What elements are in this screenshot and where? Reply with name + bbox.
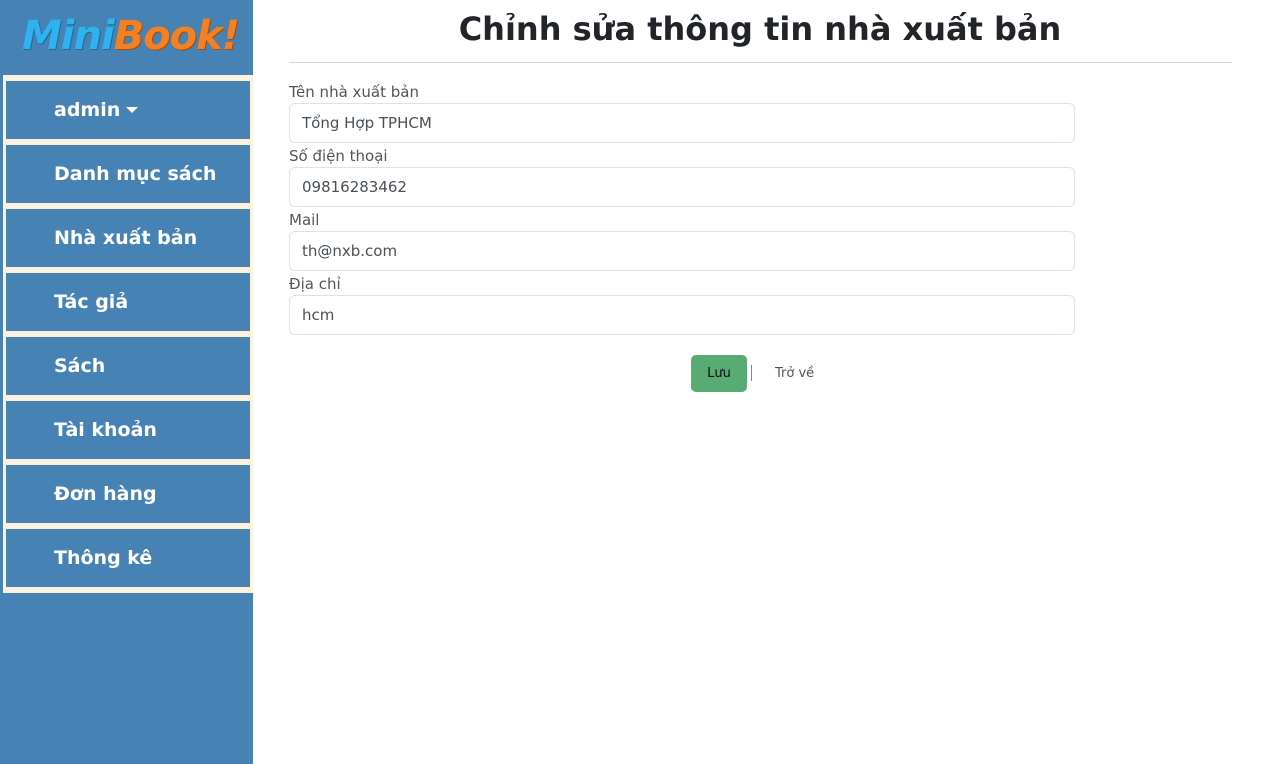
logo[interactable]: MiniBook! bbox=[22, 8, 240, 64]
phone-label: Số điện thoại bbox=[289, 147, 388, 165]
caret-down-icon bbox=[126, 107, 139, 113]
page-title: Chỉnh sửa thông tin nhà xuất bản bbox=[458, 10, 1062, 48]
sidebar-item-label: Tài khoản bbox=[54, 419, 157, 441]
back-link[interactable]: Trở về bbox=[775, 366, 814, 381]
sidebar-item-label: Đơn hàng bbox=[54, 483, 157, 505]
sidebar-item-label: Sách bbox=[54, 355, 106, 377]
sidebar-item-categories[interactable]: Danh mục sách bbox=[6, 145, 250, 203]
address-label: Địa chỉ bbox=[289, 275, 341, 293]
mail-input[interactable] bbox=[289, 231, 1075, 271]
sidebar-item-orders[interactable]: Đơn hàng bbox=[6, 465, 250, 523]
sidebar-item-accounts[interactable]: Tài khoản bbox=[6, 401, 250, 459]
main-content: Chỉnh sửa thông tin nhà xuất bản Tên nhà… bbox=[253, 0, 1267, 764]
publisher-name-label: Tên nhà xuất bản bbox=[289, 83, 419, 101]
mail-label: Mail bbox=[289, 211, 320, 229]
sidebar-item-books[interactable]: Sách bbox=[6, 337, 250, 395]
sidebar-item-label: Nhà xuất bản bbox=[54, 227, 198, 249]
sidebar-item-publishers[interactable]: Nhà xuất bản bbox=[6, 209, 250, 267]
logo-part-book: Book! bbox=[113, 13, 240, 59]
sidebar-item-label: admin bbox=[54, 99, 121, 121]
sidebar-item-authors[interactable]: Tác giả bbox=[6, 273, 250, 331]
sidebar-item-label: Danh mục sách bbox=[54, 163, 217, 185]
title-divider bbox=[289, 62, 1232, 63]
logo-part-mini: Mini bbox=[22, 13, 115, 59]
address-input[interactable] bbox=[289, 295, 1075, 335]
sidebar-item-admin[interactable]: admin bbox=[6, 81, 250, 139]
phone-input[interactable] bbox=[289, 167, 1075, 207]
save-button[interactable]: Lưu bbox=[691, 355, 747, 392]
sidebar-item-label: Tác giả bbox=[54, 291, 129, 313]
sidebar-item-statistics[interactable]: Thông kê bbox=[6, 529, 250, 587]
sidebar: MiniBook! admin Danh mục sách Nhà xuất b… bbox=[0, 0, 253, 764]
sidebar-nav: admin Danh mục sách Nhà xuất bản Tác giả… bbox=[3, 75, 253, 593]
button-separator bbox=[751, 365, 752, 381]
publisher-name-input[interactable] bbox=[289, 103, 1075, 143]
sidebar-item-label: Thông kê bbox=[54, 547, 153, 569]
